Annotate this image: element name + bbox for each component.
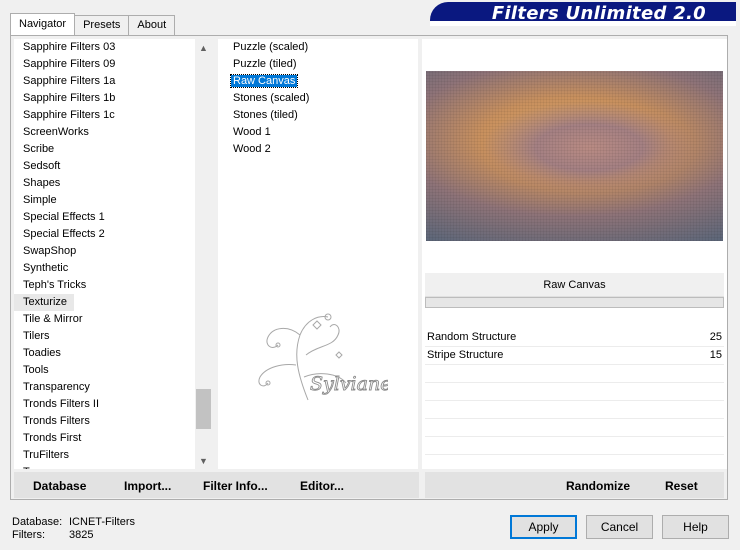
category-item[interactable]: Sapphire Filters 03 xyxy=(14,39,212,56)
category-item[interactable]: Tile & Mirror xyxy=(14,311,212,328)
filter-name-label: Raw Canvas xyxy=(425,273,724,297)
help-button[interactable]: Help xyxy=(662,515,729,539)
reset-button[interactable]: Reset xyxy=(665,479,698,493)
parameter-row xyxy=(425,419,724,437)
category-item[interactable]: Tilers xyxy=(14,328,212,345)
filters-count: 3825 xyxy=(69,529,94,541)
banner-title: Filters Unlimited 2.0 xyxy=(491,3,706,24)
filter-item-label: Raw Canvas xyxy=(229,74,299,88)
category-item[interactable]: Special Effects 2 xyxy=(14,226,212,243)
apply-button[interactable]: Apply xyxy=(510,515,577,539)
category-item[interactable]: Sapphire Filters 1c xyxy=(14,107,212,124)
filter-item-label: Puzzle (tiled) xyxy=(233,58,297,70)
category-item[interactable]: Sapphire Filters 1a xyxy=(14,73,212,90)
filter-item[interactable]: Raw Canvas xyxy=(218,73,418,90)
category-item[interactable]: Toadies xyxy=(14,345,212,362)
progress-bar xyxy=(425,297,724,308)
parameter-label: Stripe Structure xyxy=(427,349,504,361)
database-label: Database: xyxy=(12,516,63,528)
scroll-thumb[interactable] xyxy=(196,389,211,429)
filter-item-label: Puzzle (scaled) xyxy=(233,41,309,53)
filter-item-label: Wood 2 xyxy=(233,143,271,155)
parameter-row xyxy=(425,401,724,419)
filter-info-button[interactable]: Filter Info... xyxy=(203,479,268,493)
category-item[interactable]: Teph's Tricks xyxy=(14,277,212,294)
tab-navigator[interactable]: Navigator xyxy=(10,13,76,35)
parameter-row xyxy=(425,383,724,401)
category-item[interactable]: Tronds Filters II xyxy=(14,396,212,413)
scroll-down-icon[interactable]: ▼ xyxy=(195,452,212,469)
database-info: Database: ICNET-Filters Filters: 3825 xyxy=(12,516,135,542)
filter-item[interactable]: Puzzle (tiled) xyxy=(218,56,418,73)
category-item[interactable]: Tronds Filters xyxy=(14,413,212,430)
title-banner: Filters Unlimited 2.0 xyxy=(430,2,736,26)
database-value: ICNET-Filters xyxy=(69,516,135,528)
category-item[interactable]: Sapphire Filters 09 xyxy=(14,56,212,73)
category-item[interactable]: Sedsoft xyxy=(14,158,212,175)
category-item[interactable]: Sapphire Filters 1b xyxy=(14,90,212,107)
filter-item-label: Stones (tiled) xyxy=(233,109,298,121)
left-button-bar: Database Import... Filter Info... Editor… xyxy=(14,472,419,498)
tab-strip: Navigator Presets About xyxy=(10,13,176,35)
tab-presets[interactable]: Presets xyxy=(74,15,130,35)
randomize-button[interactable]: Randomize xyxy=(566,479,630,493)
filter-item-label: Wood 1 xyxy=(233,126,271,138)
filter-item[interactable]: Wood 2 xyxy=(218,141,418,158)
editor-button[interactable]: Editor... xyxy=(300,479,344,493)
category-item[interactable]: Texturize xyxy=(14,294,74,311)
category-item[interactable]: Special Effects 1 xyxy=(14,209,212,226)
scroll-up-icon[interactable]: ▲ xyxy=(195,39,212,56)
database-button[interactable]: Database xyxy=(33,479,86,493)
cancel-button[interactable]: Cancel xyxy=(586,515,653,539)
preview-image xyxy=(426,71,723,241)
parameter-list: Random Structure 25 Stripe Structure 15 xyxy=(425,329,724,473)
category-item[interactable]: Tools xyxy=(14,362,212,379)
category-item[interactable]: TruFilters xyxy=(14,447,212,464)
watermark-text: Sylviane xyxy=(310,373,388,395)
category-item[interactable]: Shapes xyxy=(14,175,212,192)
filter-item[interactable]: Wood 1 xyxy=(218,124,418,141)
filters-label: Filters: xyxy=(12,529,45,541)
parameter-row[interactable]: Stripe Structure 15 xyxy=(425,347,724,365)
parameter-row xyxy=(425,455,724,473)
right-button-bar: Randomize Reset xyxy=(425,472,724,498)
import-button[interactable]: Import... xyxy=(124,479,171,493)
category-item[interactable]: Transparency xyxy=(14,379,212,396)
tab-about[interactable]: About xyxy=(128,15,176,35)
category-item[interactable]: Tronds First xyxy=(14,430,212,447)
category-item[interactable]: Tramages xyxy=(14,464,212,469)
filter-item-label: Stones (scaled) xyxy=(233,92,310,104)
category-item[interactable]: SwapShop xyxy=(14,243,212,260)
filter-item[interactable]: Stones (tiled) xyxy=(218,107,418,124)
category-item[interactable]: Scribe xyxy=(14,141,212,158)
category-item[interactable]: ScreenWorks xyxy=(14,124,212,141)
sylviane-watermark: Sylviane xyxy=(258,313,388,401)
parameter-row[interactable]: Random Structure 25 xyxy=(425,329,724,347)
parameter-row xyxy=(425,437,724,455)
category-scrollbar[interactable]: ▲ ▼ xyxy=(195,39,212,469)
category-list[interactable]: Sapphire Filters 03 Sapphire Filters 09 Sa… xyxy=(14,39,212,469)
category-item[interactable]: Simple xyxy=(14,192,212,209)
filter-item[interactable]: Puzzle (scaled) xyxy=(218,39,418,56)
parameter-label: Random Structure xyxy=(427,331,517,343)
parameter-value: 15 xyxy=(709,349,722,361)
filter-item[interactable]: Stones (scaled) xyxy=(218,90,418,107)
parameter-row xyxy=(425,365,724,383)
parameter-value: 25 xyxy=(709,331,722,343)
category-item[interactable]: Synthetic xyxy=(14,260,212,277)
